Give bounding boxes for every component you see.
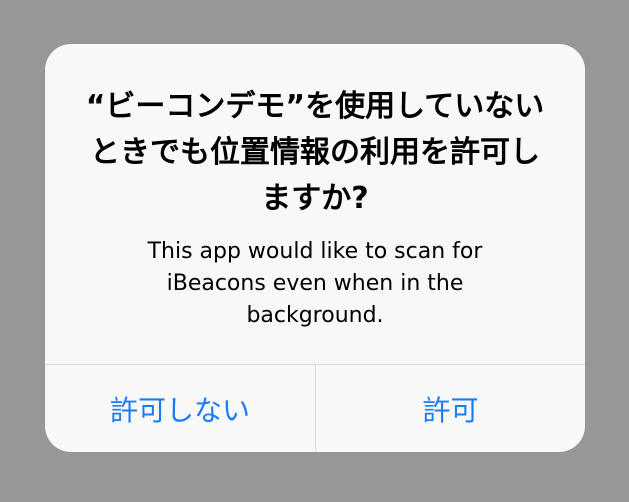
allow-button[interactable]: 許可 bbox=[316, 365, 585, 452]
alert-content: “ビーコンデモ”を使用していないときでも位置情報の利用を許可しますか? This… bbox=[45, 44, 585, 364]
location-permission-alert: “ビーコンデモ”を使用していないときでも位置情報の利用を許可しますか? This… bbox=[45, 44, 585, 452]
alert-message: This app would like to scan for iBeacons… bbox=[147, 239, 483, 328]
deny-button[interactable]: 許可しない bbox=[45, 365, 315, 452]
alert-title: “ビーコンデモ”を使用していないときでも位置情報の利用を許可しますか? bbox=[85, 89, 545, 216]
